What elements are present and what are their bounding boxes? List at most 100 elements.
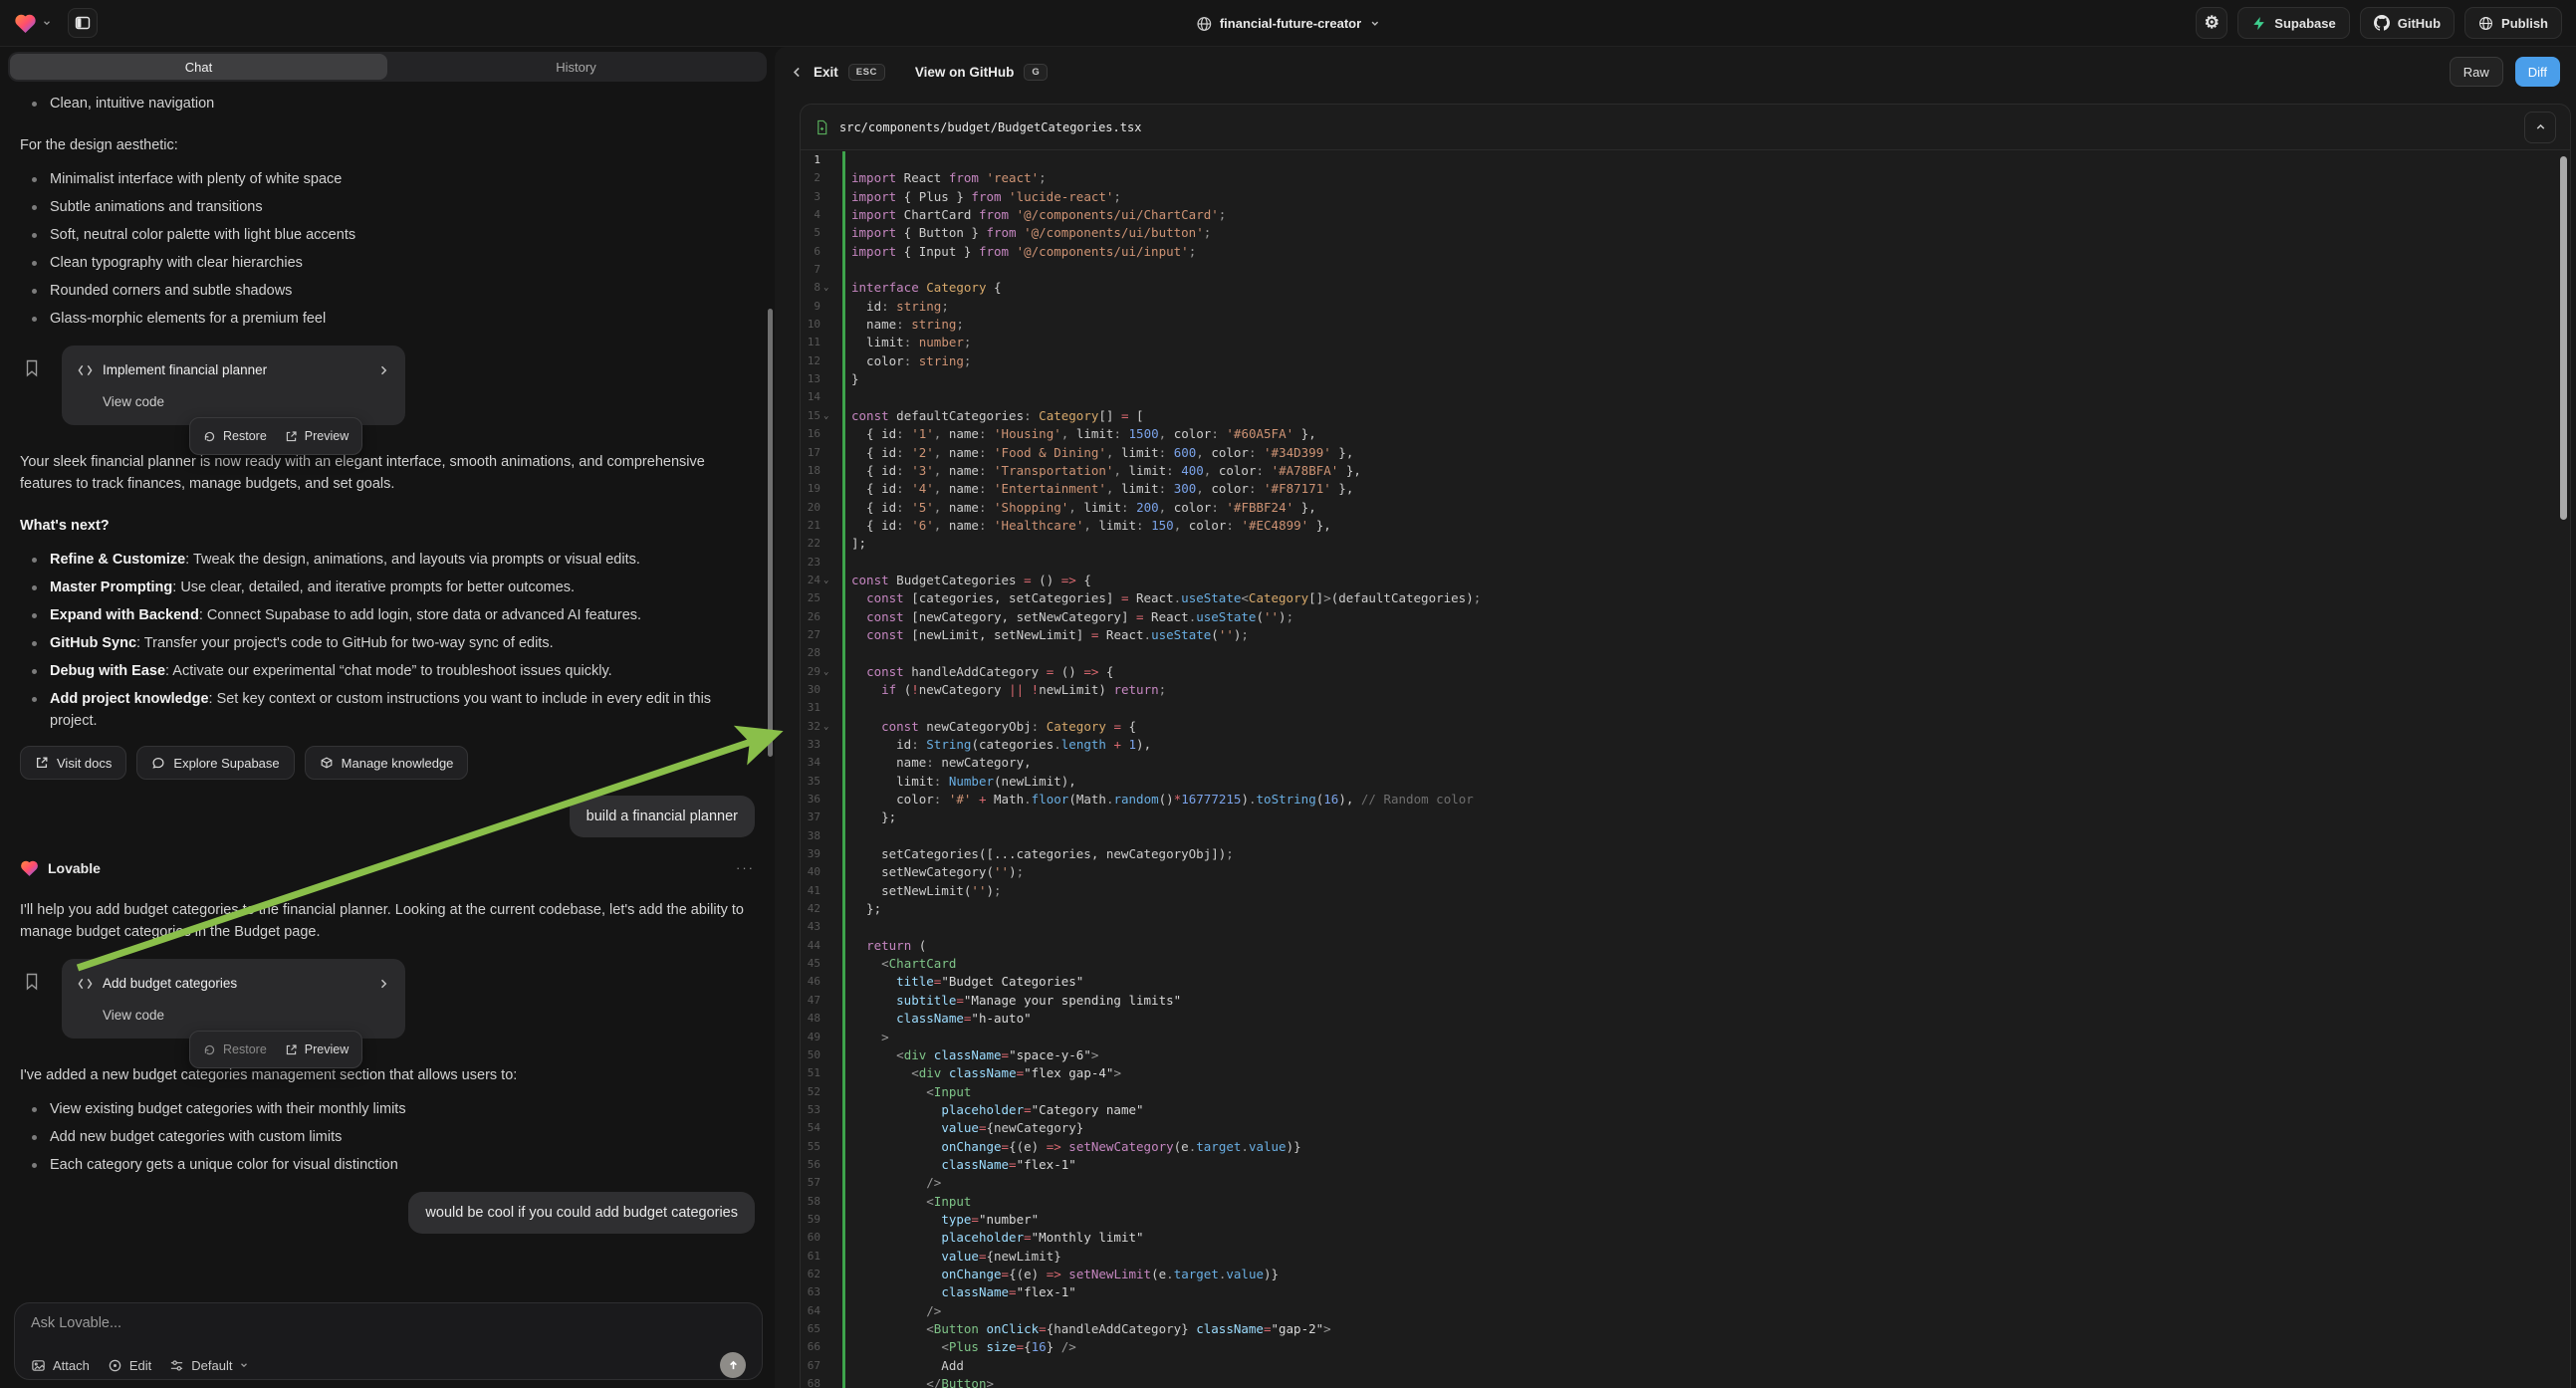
view-on-github-button[interactable]: View on GitHub G — [915, 64, 1048, 81]
more-menu-icon[interactable]: ··· — [736, 857, 755, 879]
restore-button[interactable]: Restore — [203, 425, 267, 447]
chevron-right-icon — [377, 978, 389, 990]
code-scrollbar[interactable] — [2560, 156, 2567, 520]
code-line: 24⌄const BudgetCategories = () => { — [801, 572, 2558, 589]
code-line: 34 name: newCategory, — [801, 754, 2558, 772]
supabase-icon — [2251, 16, 2266, 31]
code-line: 18 { id: '3', name: 'Transportation', li… — [801, 462, 2558, 480]
code-line: 50 <div className="space-y-6"> — [801, 1046, 2558, 1064]
project-selector[interactable]: financial-future-creator — [1196, 0, 1380, 47]
publish-label: Publish — [2501, 16, 2548, 31]
arrow-up-icon — [727, 1359, 740, 1372]
code-line: 7 — [801, 261, 2558, 279]
view-code-link[interactable]: View code — [103, 1005, 389, 1027]
view-code-link[interactable]: View code — [103, 391, 389, 413]
github-button[interactable]: GitHub — [2360, 7, 2455, 39]
code-line: 53 placeholder="Category name" — [801, 1101, 2558, 1119]
code-line: 1 — [801, 151, 2558, 169]
view-on-github-label: View on GitHub — [915, 65, 1015, 80]
next-step-item: Refine & Customize: Tweak the design, an… — [20, 549, 755, 571]
lovable-heart-icon — [20, 859, 39, 877]
chevron-down-icon — [42, 18, 52, 28]
collapse-file-button[interactable] — [2524, 112, 2556, 143]
visit-docs-button[interactable]: Visit docs — [20, 746, 126, 780]
esc-kbd: ESC — [848, 64, 885, 81]
code-line: 62 onChange={(e) => setNewLimit(e.target… — [801, 1266, 2558, 1283]
whats-next-heading: What's next? — [20, 515, 755, 537]
edit-mode-button[interactable]: Edit — [108, 1358, 151, 1373]
list-item: Subtle animations and transitions — [20, 196, 755, 218]
github-icon — [2374, 15, 2390, 31]
send-button[interactable] — [720, 1352, 746, 1378]
chat-scrollbar[interactable] — [768, 309, 773, 757]
code-line: 19 { id: '4', name: 'Entertainment', lim… — [801, 480, 2558, 498]
bookmark-icon[interactable] — [24, 359, 40, 377]
exit-button[interactable]: Exit ESC — [791, 64, 885, 81]
restore-button[interactable]: Restore — [203, 1039, 267, 1060]
added-summary: I've added a new budget categories manag… — [20, 1064, 755, 1086]
code-line: 59 type="number" — [801, 1211, 2558, 1229]
file-path: src/components/budget/BudgetCategories.t… — [839, 120, 1141, 134]
knowledge-box-icon — [320, 756, 334, 770]
supabase-label: Supabase — [2274, 16, 2335, 31]
code-line: 44 return ( — [801, 937, 2558, 955]
tab-history[interactable]: History — [387, 54, 765, 80]
diff-added-gutter — [842, 151, 845, 1388]
chat-message-list[interactable]: Clean, intuitive navigation For the desi… — [0, 85, 775, 1296]
code-lines: 12import React from 'react';3import { Pl… — [801, 151, 2558, 1388]
chevron-up-icon — [2534, 120, 2547, 133]
attach-button[interactable]: Attach — [31, 1358, 90, 1373]
code-line: 32⌄ const newCategoryObj: Category = { — [801, 718, 2558, 736]
explore-supabase-button[interactable]: Explore Supabase — [136, 746, 294, 780]
code-line: 31 — [801, 699, 2558, 717]
mode-selector[interactable]: Default — [169, 1358, 249, 1373]
code-line: 21 { id: '6', name: 'Healthcare', limit:… — [801, 517, 2558, 535]
settings-button[interactable]: ⚙ — [2196, 7, 2227, 39]
code-line: 26 const [newCategory, setNewCategory] =… — [801, 608, 2558, 626]
diff-button[interactable]: Diff — [2515, 57, 2560, 87]
list-item: Add new budget categories with custom li… — [20, 1126, 755, 1148]
code-line: 16 { id: '1', name: 'Housing', limit: 15… — [801, 425, 2558, 443]
code-line: 35 limit: Number(newLimit), — [801, 773, 2558, 791]
file-path-bar[interactable]: src/components/budget/BudgetCategories.t… — [801, 105, 2570, 150]
code-line: 51 <div className="flex gap-4"> — [801, 1064, 2558, 1082]
lovable-logo-menu[interactable] — [14, 13, 52, 34]
code-line: 28 — [801, 644, 2558, 662]
list-item: Clean typography with clear hierarchies — [20, 252, 755, 274]
bookmark-icon[interactable] — [24, 973, 40, 991]
chat-input[interactable] — [31, 1315, 746, 1341]
panel-left-icon — [75, 15, 91, 31]
code-line: 39 setCategories([...categories, newCate… — [801, 845, 2558, 863]
code-line: 63 className="flex-1" — [801, 1283, 2558, 1301]
chat-bubble-icon — [151, 756, 165, 770]
code-line: 27 const [newLimit, setNewLimit] = React… — [801, 626, 2558, 644]
chevron-down-icon — [239, 1360, 249, 1370]
image-attach-icon — [31, 1358, 46, 1373]
project-name: financial-future-creator — [1220, 16, 1361, 31]
preview-button[interactable]: Preview — [285, 1039, 349, 1060]
code-editor[interactable]: 12import React from 'react';3import { Pl… — [801, 151, 2558, 1388]
external-link-icon — [285, 430, 298, 443]
user-message-bubble: would be cool if you could add budget ca… — [408, 1192, 755, 1234]
raw-button[interactable]: Raw — [2450, 57, 2503, 87]
snippet-card[interactable]: Implement financial planner View code — [62, 346, 405, 425]
supabase-button[interactable]: Supabase — [2237, 7, 2349, 39]
code-line: 38 — [801, 827, 2558, 845]
snippet-title: Add budget categories — [103, 973, 367, 995]
code-line: 12 color: string; — [801, 352, 2558, 370]
sliders-icon — [169, 1358, 184, 1373]
preview-button[interactable]: Preview — [285, 425, 349, 447]
next-step-item: Master Prompting: Use clear, detailed, a… — [20, 577, 755, 598]
publish-button[interactable]: Publish — [2464, 7, 2562, 39]
tab-chat[interactable]: Chat — [10, 54, 387, 80]
added-bullets: View existing budget categories with the… — [20, 1098, 755, 1176]
code-line: 33 id: String(categories.length + 1), — [801, 736, 2558, 754]
code-line: 6import { Input } from '@/components/ui/… — [801, 243, 2558, 261]
code-line: 49 > — [801, 1029, 2558, 1046]
code-line: 67 Add — [801, 1357, 2558, 1375]
manage-knowledge-button[interactable]: Manage knowledge — [305, 746, 469, 780]
code-line: 2import React from 'react'; — [801, 169, 2558, 187]
sidebar-toggle-button[interactable] — [68, 8, 98, 38]
snippet-card[interactable]: Add budget categories View code — [62, 959, 405, 1039]
code-line: 17 { id: '2', name: 'Food & Dining', lim… — [801, 444, 2558, 462]
